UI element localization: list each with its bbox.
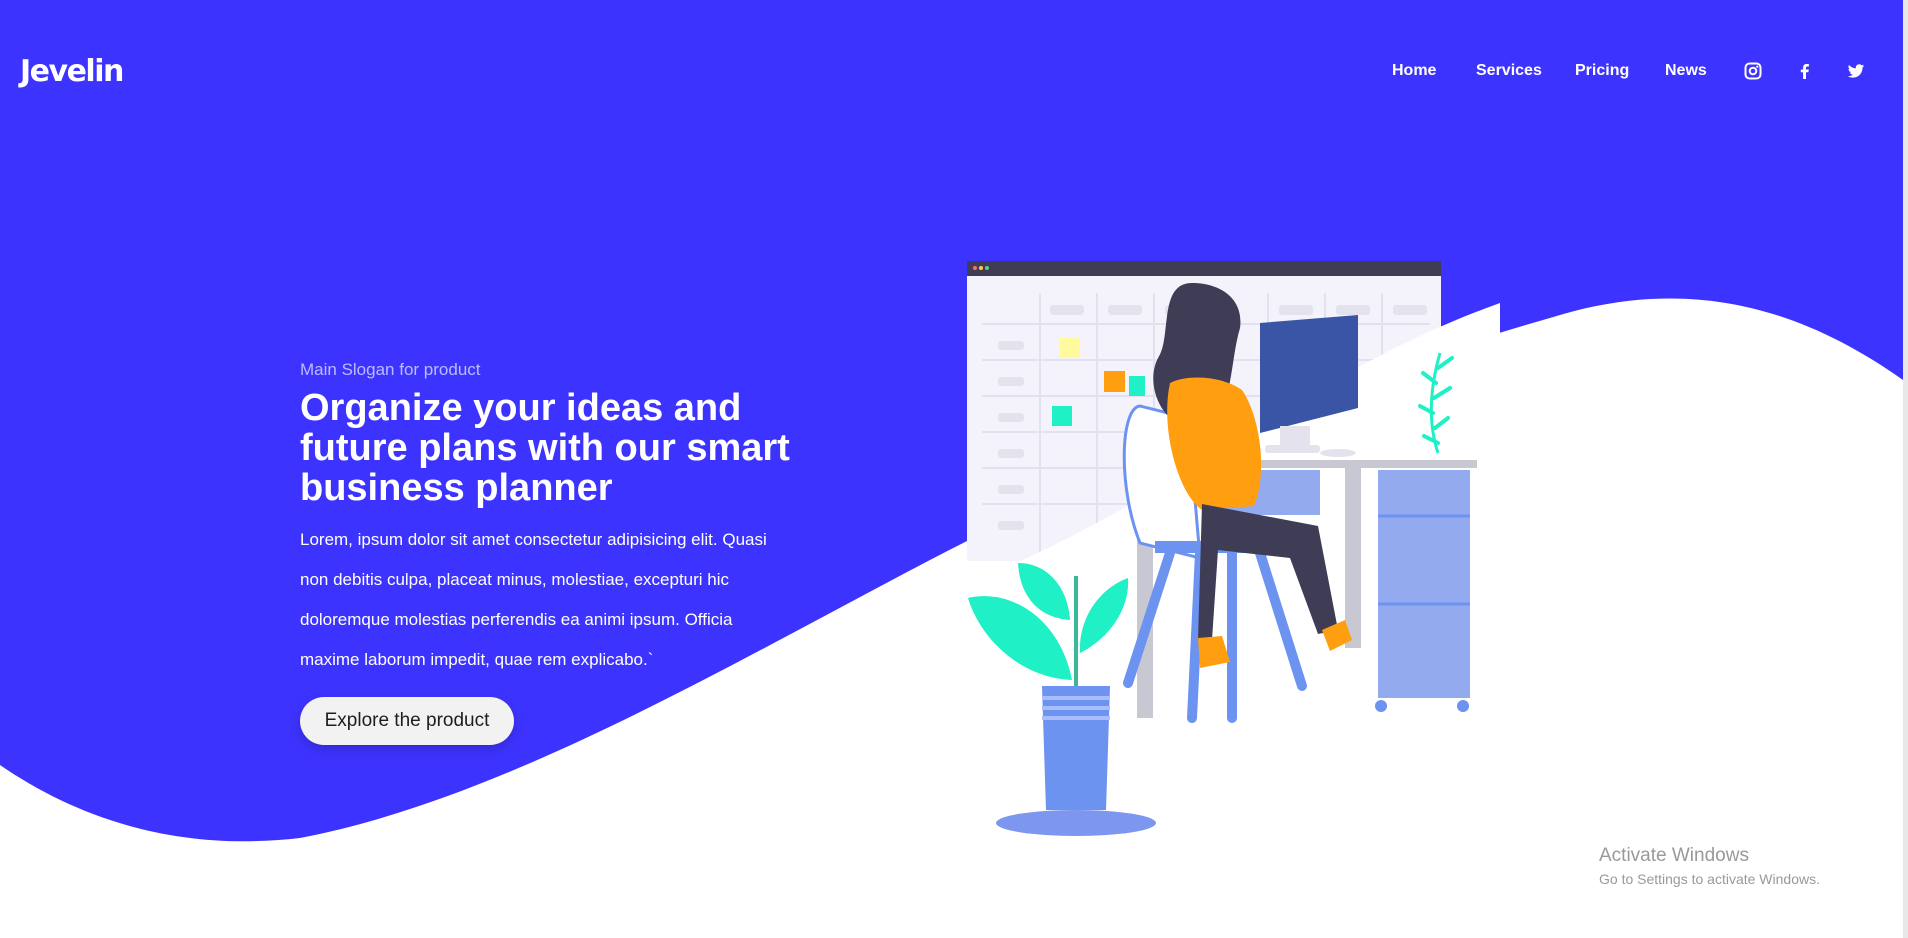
nav-home-link[interactable]: Home	[1392, 62, 1436, 80]
hero-wave-background	[0, 0, 1903, 842]
hero-illustration	[960, 261, 1500, 840]
instagram-icon[interactable]	[1744, 62, 1762, 80]
hero-slogan: Main Slogan for product	[300, 360, 481, 379]
windows-activation-watermark: Activate Windows Go to Settings to activ…	[1599, 845, 1820, 887]
watermark-subtitle: Go to Settings to activate Windows.	[1599, 871, 1820, 887]
nav-pricing-link[interactable]: Pricing	[1575, 62, 1629, 80]
explore-product-button[interactable]: Explore the product	[300, 697, 514, 745]
nav-services-link[interactable]: Services	[1476, 62, 1542, 80]
facebook-icon[interactable]	[1796, 62, 1814, 80]
page-scrollbar[interactable]	[1903, 0, 1908, 938]
twitter-icon[interactable]	[1847, 62, 1865, 80]
watermark-title: Activate Windows	[1599, 845, 1749, 866]
main-nav: Home Services Pricing News	[0, 62, 1908, 86]
hero-description: Lorem, ipsum dolor sit amet consectetur …	[300, 530, 767, 669]
nav-news-link[interactable]: News	[1665, 62, 1707, 80]
hero-headline: Organize your ideas and future plans wit…	[300, 387, 790, 509]
